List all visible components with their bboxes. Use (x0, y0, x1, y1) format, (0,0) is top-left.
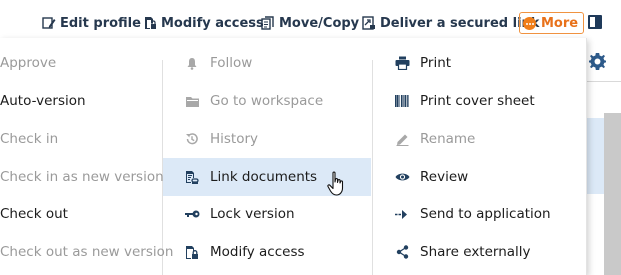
menu-item-check-in-as-new-version[interactable]: Check in as new version (0, 158, 164, 196)
deliver-secured-link-button[interactable]: Deliver a secured link (362, 14, 539, 32)
menu-item-label: Check in (0, 131, 59, 147)
background-divider (586, 81, 621, 82)
menu-item-label: Print cover sheet (420, 93, 535, 109)
more-actions-menu: Approve Auto-version Check in Check in a… (0, 38, 587, 275)
move-copy-button[interactable]: Move/Copy (261, 14, 359, 32)
menu-item-review[interactable]: Review (373, 158, 585, 196)
menu-item-label: Link documents (210, 169, 318, 185)
modify-access-icon (145, 17, 156, 29)
menu-item-label: Follow (210, 55, 253, 71)
menu-item-label: Review (420, 169, 469, 185)
edit-profile-label: Edit profile (60, 15, 141, 31)
more-label: More (541, 15, 579, 31)
modify-access-button[interactable]: Modify access (143, 14, 264, 32)
bell-icon (184, 55, 200, 71)
menu-item-share-externally[interactable]: Share externally (373, 233, 585, 271)
menu-item-label: Check out (0, 206, 68, 222)
menu-item-label: Print (420, 55, 452, 71)
move-copy-label: Move/Copy (279, 15, 360, 31)
key-icon (184, 206, 200, 222)
menu-item-modify-access[interactable]: Modify access (163, 233, 371, 271)
share-icon (394, 244, 410, 260)
send-icon (394, 206, 410, 222)
menu-item-rename[interactable]: Rename (373, 120, 585, 158)
menu-item-label: Lock version (210, 206, 295, 222)
menu-item-check-in[interactable]: Check in (0, 120, 162, 158)
menu-item-approve[interactable]: Approve (0, 44, 162, 82)
menu-item-go-to-workspace[interactable]: Go to workspace (163, 82, 371, 120)
menu-item-label: Check out as new version (0, 244, 174, 260)
menu-item-send-to-application[interactable]: Send to application (373, 195, 585, 233)
printer-icon (394, 55, 410, 71)
hand-cursor-icon (327, 171, 344, 196)
eye-icon (394, 169, 410, 185)
menu-item-label: Approve (0, 55, 57, 71)
menu-item-label: Rename (420, 131, 476, 147)
scrollbar[interactable] (604, 83, 621, 275)
folder-icon (184, 93, 200, 109)
more-button[interactable]: More (519, 12, 585, 34)
move-copy-icon (261, 16, 274, 30)
menu-item-label: Share externally (420, 244, 531, 260)
menu-item-label: Check in as new version (0, 169, 164, 185)
action-toolbar: Edit profile Modify access Move/Copy Del… (0, 0, 621, 40)
gear-icon[interactable] (589, 53, 606, 70)
history-icon (184, 131, 200, 147)
menu-item-label: Modify access (210, 244, 305, 260)
menu-item-follow[interactable]: Follow (163, 44, 371, 82)
menu-item-label: History (210, 131, 259, 147)
menu-column-2: Follow Go to workspace History Link docu… (163, 38, 371, 275)
menu-column-3: Print Print cover sheet Rename Review Se… (373, 38, 585, 275)
modify-access-label: Modify access (161, 15, 264, 31)
more-dots-icon (523, 16, 536, 30)
link-documents-icon (184, 169, 200, 185)
menu-item-print[interactable]: Print (373, 44, 585, 82)
menu-item-lock-version[interactable]: Lock version (163, 195, 371, 233)
modify-access-icon (184, 244, 200, 260)
panel-toggle-icon[interactable] (588, 15, 602, 29)
edit-profile-icon (42, 17, 56, 29)
menu-column-1: Approve Auto-version Check in Check in a… (0, 38, 173, 275)
menu-item-print-cover-sheet[interactable]: Print cover sheet (373, 82, 585, 120)
menu-item-history[interactable]: History (163, 120, 371, 158)
secured-link-icon (362, 16, 375, 30)
deliver-secured-link-label: Deliver a secured link (380, 15, 540, 31)
menu-item-check-out-as-new-version[interactable]: Check out as new version (0, 233, 173, 271)
menu-item-auto-version[interactable]: Auto-version (0, 82, 162, 120)
menu-item-label: Go to workspace (210, 93, 324, 109)
pencil-icon (394, 131, 410, 147)
background-selected-row (586, 118, 604, 194)
barcode-icon (394, 93, 410, 109)
menu-item-label: Send to application (420, 206, 551, 222)
edit-profile-button[interactable]: Edit profile (42, 14, 141, 32)
menu-item-check-out[interactable]: Check out (0, 195, 162, 233)
menu-item-label: Auto-version (0, 93, 86, 109)
